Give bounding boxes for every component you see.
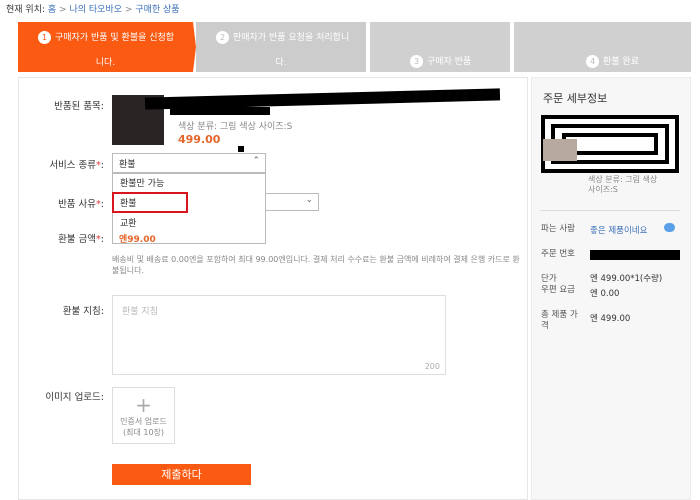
returned-item-label: 반품된 품목: [54, 101, 104, 112]
step-number: 2 [216, 31, 229, 44]
return-form-panel [18, 77, 528, 500]
redacted-order-number [590, 250, 680, 260]
breadcrumb-my-taobao-link[interactable]: 나의 타오바오 [69, 5, 122, 15]
instructions-placeholder: 환불 지침 [122, 307, 158, 317]
step-1: 1 구매자가 반품 및 환불을 신청합 니다. [18, 22, 193, 72]
seller-label: 파는 사람 [541, 224, 575, 234]
service-type-option[interactable]: 교환 [113, 214, 265, 234]
step-label: 구매자 반품 [427, 57, 472, 67]
image-upload-label: 이미지 업로드: [45, 392, 104, 403]
step-label-cont: 니다. [95, 58, 116, 68]
char-count: 200 [424, 362, 440, 371]
unit-price-label: 단가 [541, 274, 557, 284]
order-item-meta-2: 사이즈:S [588, 185, 618, 194]
total-value: 엔 499.00 [590, 314, 631, 324]
breadcrumb-purchased-link[interactable]: 구매한 상품 [135, 5, 179, 15]
breadcrumb: 현재 위치: 홈 > 나의 타오바오 > 구매한 상품 [6, 2, 180, 15]
step-label-cont: 다. [275, 58, 287, 68]
highlight-box [112, 192, 188, 213]
step-4: 4 환불 완료 [514, 22, 691, 72]
instructions-textarea[interactable]: 환불 지침 200 [112, 295, 446, 375]
shipping-label: 우편 요금 [541, 285, 575, 295]
total-label: 총 제품 가격 [541, 310, 578, 331]
step-number: 3 [410, 55, 423, 68]
step-2: 2 판매자가 반품 요청을 처리합니 다. [196, 22, 366, 72]
breadcrumb-prefix: 현재 위치: [6, 5, 46, 15]
instructions-label: 환불 지침: [62, 306, 104, 317]
breadcrumb-home-link[interactable]: 홈 [48, 5, 56, 15]
step-label: 판매자가 반품 요청을 처리합니 [233, 33, 350, 43]
refund-amount-value: 엔99.00 [119, 235, 156, 245]
item-meta: 색상 분류: 그림 색상 사이즈:S [178, 122, 293, 132]
breadcrumb-separator: > [59, 5, 67, 15]
redacted-title-2 [170, 107, 270, 115]
redaction-mark [238, 146, 244, 152]
chevron-down-icon: ⌄ [305, 195, 313, 205]
upload-limit-text: (최대 10장) [122, 428, 165, 437]
return-reason-select[interactable]: ⌄ [266, 193, 319, 211]
upload-text: 인증서 업로드 [120, 417, 167, 426]
order-details-title: 주문 세부정보 [543, 92, 608, 105]
service-type-label: 서비스 종류*: [49, 160, 104, 171]
step-label: 환불 완료 [603, 57, 639, 67]
service-type-value: 환불 [119, 160, 136, 170]
step-label: 구매자가 반품 및 환불을 신청합 [55, 33, 175, 43]
submit-button[interactable]: 제출하다 [112, 464, 251, 485]
breadcrumb-separator: > [124, 5, 133, 15]
shipping-value: 엔 0.00 [590, 289, 620, 299]
step-3: 3 구매자 반품 [370, 22, 510, 72]
refund-note: 배송비 및 배송료 0.00엔을 포함하여 최대 99.00엔입니다. 결제 처… [112, 255, 520, 275]
unit-price-value: 엔 499.00*1(수량) [590, 274, 663, 284]
step-number: 4 [586, 55, 599, 68]
order-number-label: 주문 번호 [541, 249, 575, 259]
upload-button[interactable]: + 인증서 업로드 (최대 10장) [112, 387, 175, 444]
service-type-option[interactable]: 환불만 가능 [113, 174, 265, 194]
seller-link[interactable]: 좋은 제품이네요 [590, 224, 647, 236]
step-arrow-icon [180, 22, 196, 72]
step-number: 1 [38, 31, 51, 44]
divider [540, 210, 680, 211]
refund-amount-label: 환불 금액*: [58, 234, 104, 245]
item-price: 499.00 [178, 133, 221, 146]
chevron-up-icon: ⌃ [252, 156, 260, 166]
service-type-select[interactable]: 환불 ⌃ [112, 153, 266, 173]
return-reason-label: 반품 사유*: [58, 199, 104, 210]
redacted-order-block [540, 115, 680, 173]
plus-icon: + [135, 393, 152, 417]
chat-icon[interactable] [664, 223, 675, 232]
